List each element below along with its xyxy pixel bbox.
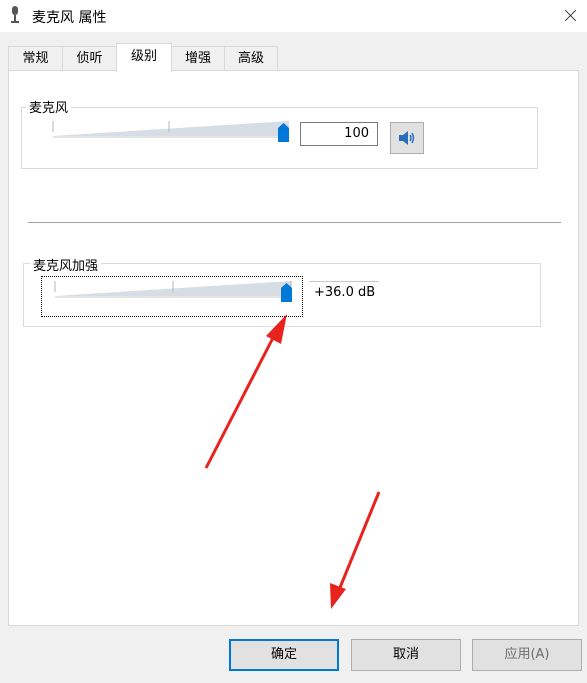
- levels-panel: 麦克风 100 麦克风加强 +36.0 dB: [8, 70, 579, 626]
- microphone-level-input[interactable]: 100: [300, 122, 378, 146]
- boost-value-underline: [309, 281, 379, 282]
- slider-track: [54, 281, 292, 298]
- microphone-icon: [11, 6, 19, 23]
- tab-levels[interactable]: 级别: [116, 43, 172, 72]
- cancel-button[interactable]: 取消: [351, 639, 461, 671]
- boost-group-label: 麦克风加强: [30, 255, 102, 274]
- tab-advanced[interactable]: 高级: [224, 46, 278, 71]
- tab-general[interactable]: 常规: [8, 46, 63, 71]
- dialog-body: 常规 侦听 级别 增强 高级 麦克风 100 麦克风加强 +36.0 dB 确定…: [0, 32, 587, 683]
- slider-track: [52, 121, 289, 138]
- section-divider: [28, 222, 561, 223]
- boost-slider-thumb[interactable]: [281, 283, 292, 302]
- tab-listen[interactable]: 侦听: [62, 46, 117, 71]
- ok-button[interactable]: 确定: [229, 639, 339, 671]
- boost-level-slider[interactable]: [53, 279, 298, 307]
- apply-button[interactable]: 应用(A): [472, 639, 582, 671]
- window-title: 麦克风 属性: [32, 10, 107, 26]
- microphone-slider-thumb[interactable]: [278, 123, 289, 142]
- close-button[interactable]: [553, 0, 587, 32]
- speaker-icon: [399, 131, 415, 145]
- mute-button[interactable]: [390, 122, 424, 154]
- tab-enhancements[interactable]: 增强: [171, 46, 225, 71]
- microphone-group-label: 麦克风: [26, 97, 72, 116]
- microphone-level-slider[interactable]: [51, 119, 296, 147]
- title-bar: 麦克风 属性: [0, 0, 587, 32]
- boost-value-label: +36.0 dB: [314, 285, 376, 300]
